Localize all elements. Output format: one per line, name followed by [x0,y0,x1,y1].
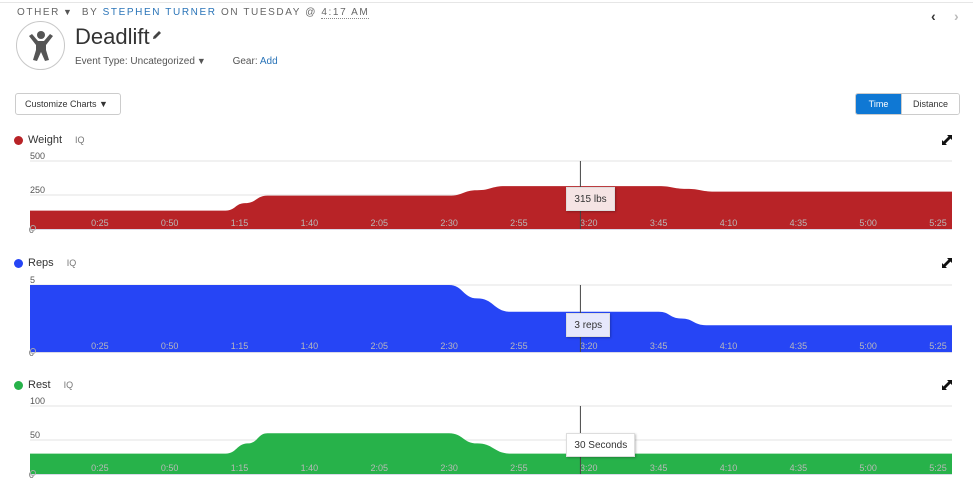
x-tick-label: 4:10 [720,218,738,228]
value-tooltip: 30 Seconds [566,433,636,457]
x-tick-label: 5:25 [929,463,947,473]
x-tick-label: 5:00 [859,218,877,228]
chart-plot: 500:250:501:151:402:052:302:553:203:454:… [29,275,952,358]
x-tick-label: 2:30 [440,463,458,473]
x-tick-label: 3:20 [580,218,598,228]
x-tick-label: 1:40 [301,218,319,228]
x-tick-label: 3:45 [650,463,668,473]
x-tick-label: 5:25 [929,341,947,351]
x-tick-label: 2:30 [440,218,458,228]
x-tick-label: 2:30 [440,341,458,351]
time-distance-toggle: Time Distance [855,93,960,115]
gear-add-link[interactable]: Add [260,56,278,67]
x-tick-label: 4:35 [790,341,808,351]
x-tick-label: 2:55 [510,218,528,228]
on-label: ON TUESDAY @ [220,7,317,18]
by-label: BY [81,7,99,18]
x-tick-label: 3:45 [650,218,668,228]
value-tooltip: 315 lbs [566,187,615,211]
x-tick-label: 2:05 [370,463,388,473]
chevron-right-icon[interactable]: › [954,8,959,24]
x-tick-label: 2:05 [370,218,388,228]
x-tick-label: 0:50 [161,341,179,351]
chart-plot: 50025000:250:501:151:402:052:302:553:203… [29,151,952,235]
x-tick-label: 1:15 [231,341,249,351]
x-tick-label: 0:50 [161,463,179,473]
pencil-icon[interactable] [152,30,162,40]
x-tick-label: 1:15 [231,218,249,228]
y-tick-label: 50 [30,430,40,440]
x-tick-label: 5:00 [859,463,877,473]
y-tick-label: 5 [30,275,35,285]
x-tick-label: 0:25 [91,218,109,228]
value-tooltip: 3 reps [566,313,611,337]
x-tick-label: 2:55 [510,341,528,351]
event-type-dropdown-icon[interactable]: ▼ [197,56,206,66]
y-tick-label: 100 [30,396,45,406]
event-time[interactable]: 4:17 AM [321,7,370,19]
x-tick-label: 4:10 [720,463,738,473]
x-tick-label: 3:20 [580,341,598,351]
avatar [16,21,65,70]
person-icon [29,31,53,61]
x-tick-label: 2:05 [370,341,388,351]
x-tick-label: 1:40 [301,463,319,473]
y-tick-label: 500 [30,151,45,161]
toggle-time[interactable]: Time [856,94,901,114]
x-tick-label: 5:00 [859,341,877,351]
category-dropdown-icon[interactable]: ▼ [63,7,74,17]
x-tick-label: 4:10 [720,341,738,351]
gear-label: Gear: [232,56,258,67]
x-tick-label: 3:45 [650,341,668,351]
x-tick-label: 3:20 [580,463,598,473]
x-tick-label: 1:15 [231,463,249,473]
chart-plot: 1005000:250:501:151:402:052:302:553:203:… [29,396,952,480]
event-type-label[interactable]: Event Type: Uncategorized [75,56,195,67]
x-tick-label: 2:55 [510,463,528,473]
y-tick-label: 250 [30,185,45,195]
customize-charts-button[interactable]: Customize Charts ▼ [15,93,121,115]
x-tick-label: 0:25 [91,463,109,473]
x-tick-label: 5:25 [929,218,947,228]
x-tick-label: 0:50 [161,218,179,228]
x-tick-label: 0:25 [91,341,109,351]
x-tick-label: 4:35 [790,218,808,228]
x-tick-label: 4:35 [790,463,808,473]
top-divider [0,2,973,3]
page-title: Deadlift [75,24,150,49]
category-label: OTHER [17,7,60,18]
event-subrow: Event Type: Uncategorized ▼ Gear: Add [75,56,278,67]
x-tick-label: 1:40 [301,341,319,351]
toggle-distance[interactable]: Distance [901,94,959,114]
author-link[interactable]: STEPHEN TURNER [103,7,217,18]
event-meta: OTHER ▼ BY STEPHEN TURNER ON TUESDAY @ 4:… [17,7,370,19]
chevron-left-icon[interactable]: ‹ [931,8,936,24]
